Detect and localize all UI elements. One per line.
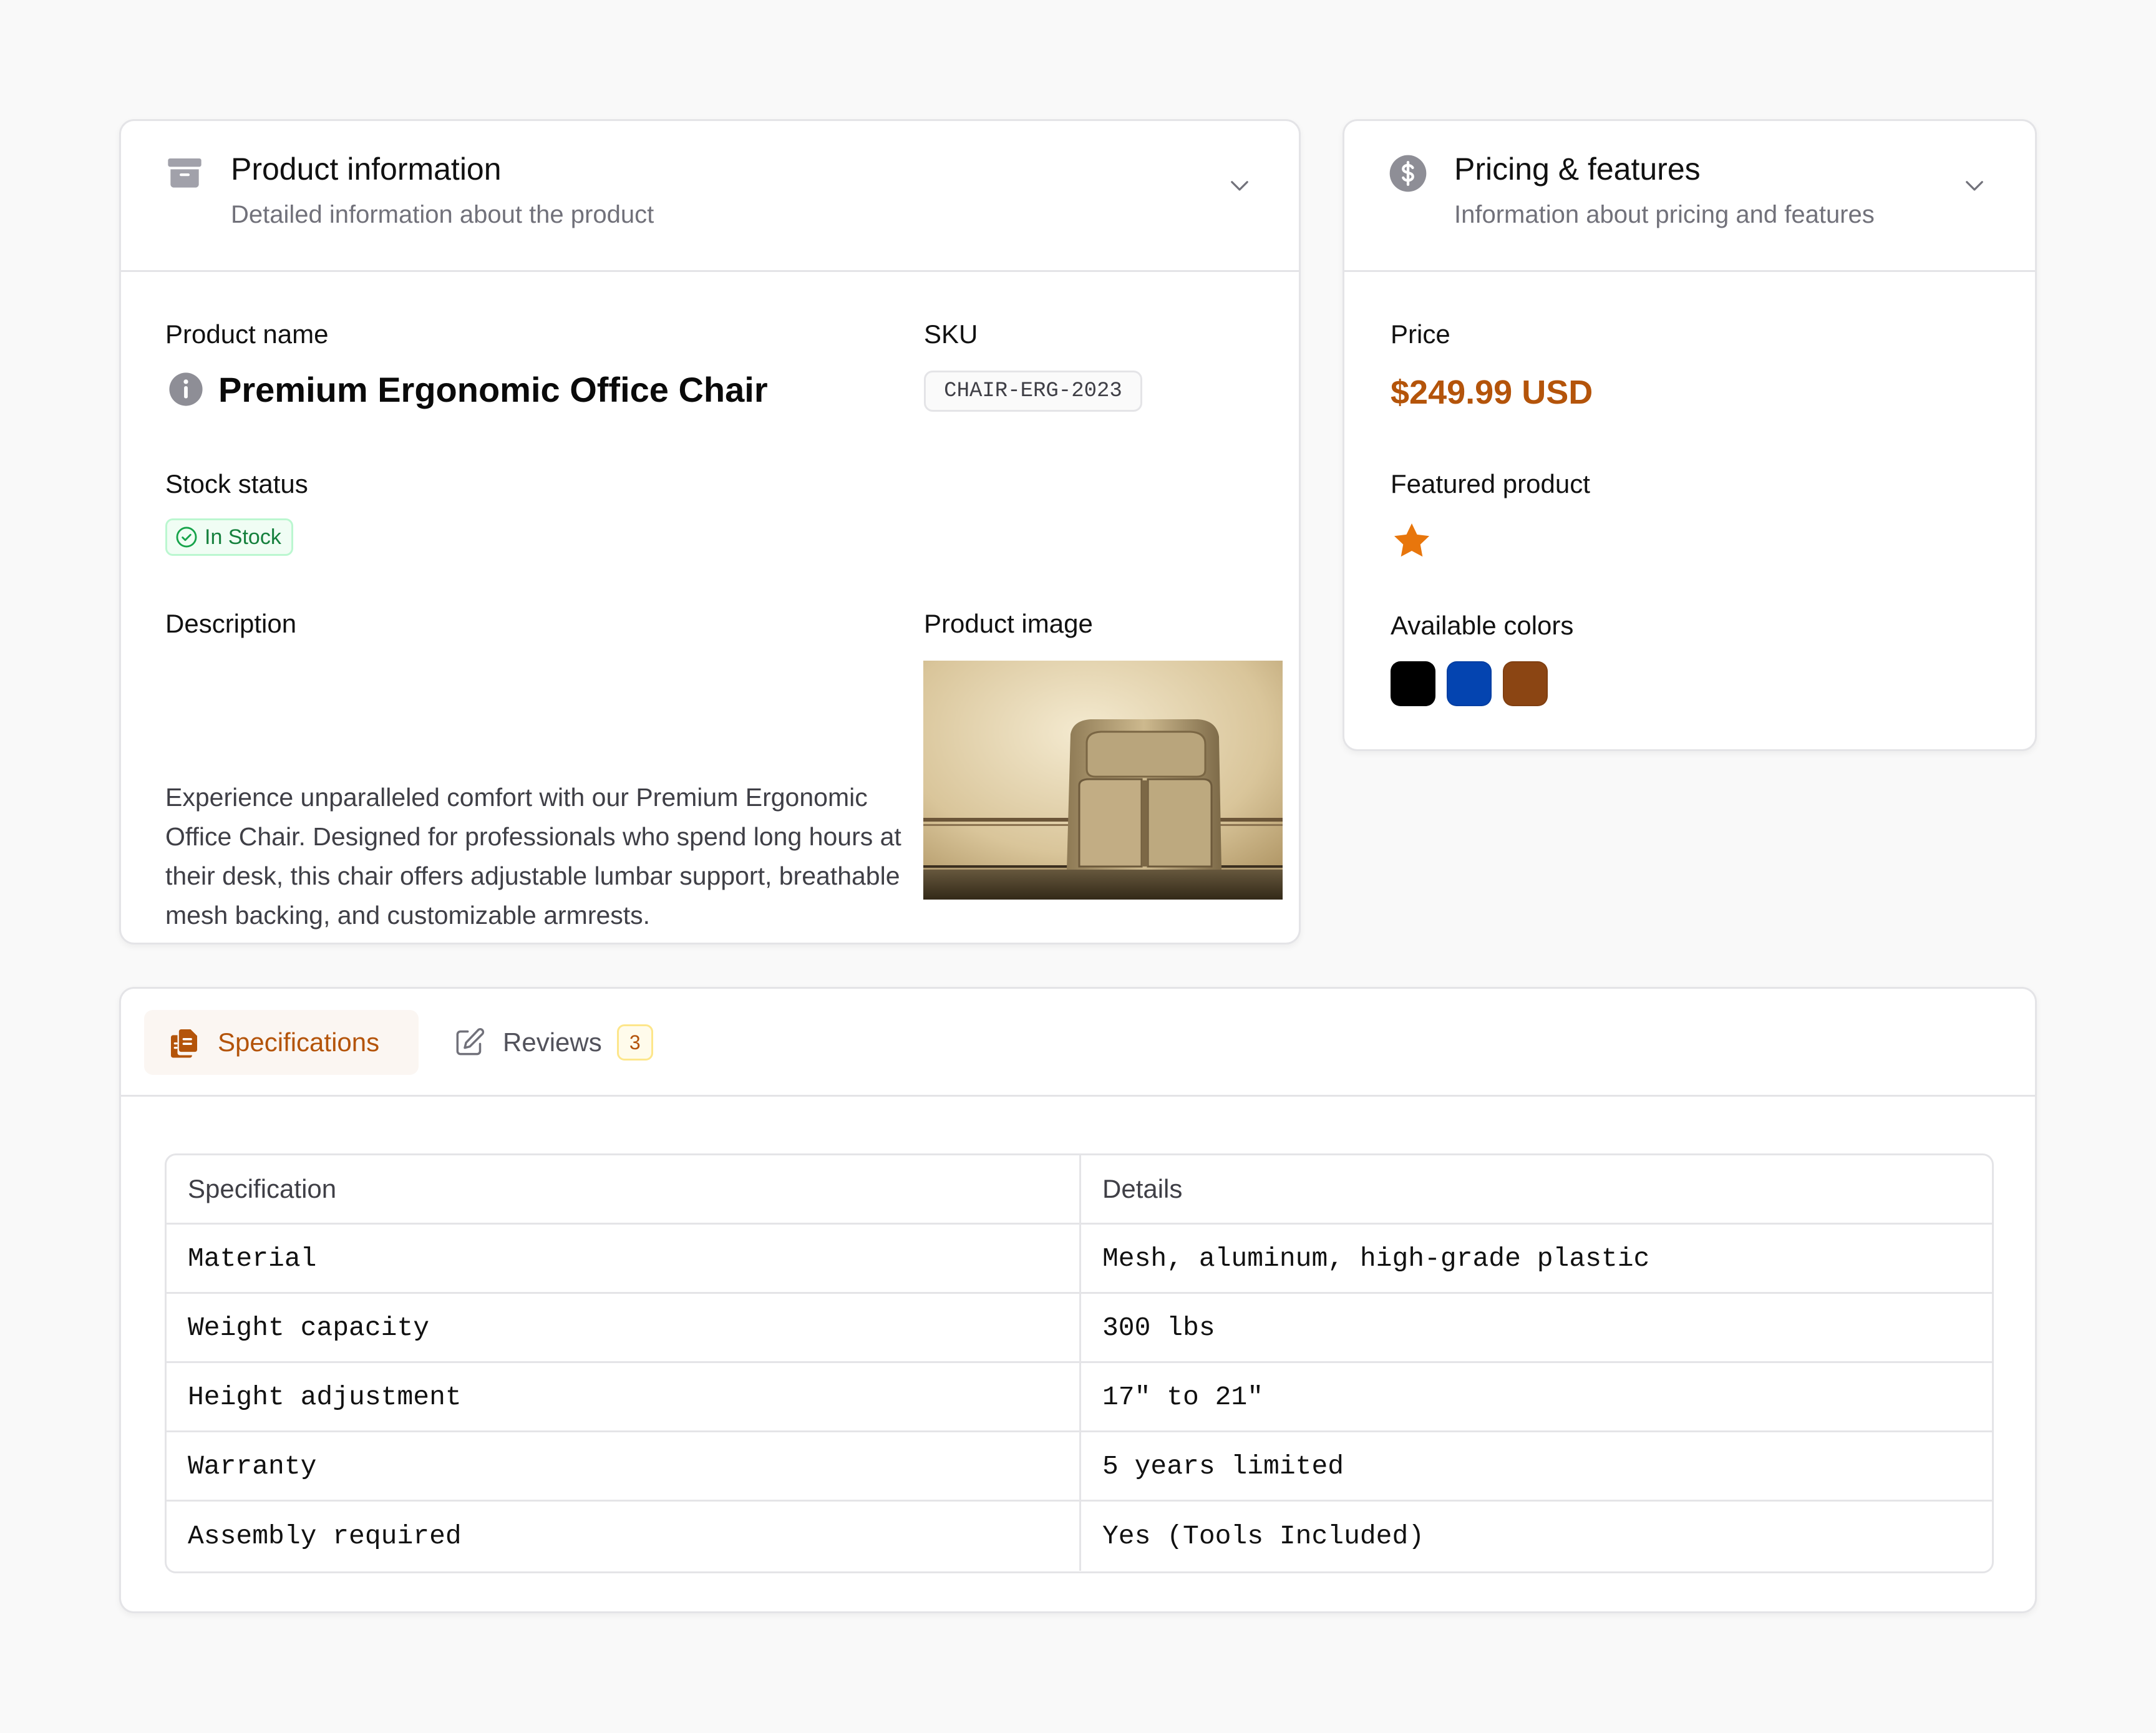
- table-row: Weight capacity 300 lbs: [167, 1294, 1992, 1363]
- chevron-down-icon[interactable]: [1226, 172, 1253, 198]
- archive-box-icon: [168, 158, 202, 188]
- pricing-features-title: Pricing & features: [1454, 152, 1701, 187]
- table-row: Warranty 5 years limited: [167, 1432, 1992, 1502]
- spec-value: 300 lbs: [1102, 1312, 1215, 1343]
- description-label: Description: [165, 609, 297, 638]
- stock-status-label: Stock status: [165, 469, 308, 498]
- check-circle-icon: [176, 527, 197, 548]
- color-swatches: [1391, 661, 1548, 706]
- available-colors-label: Available colors: [1391, 611, 1574, 640]
- stock-status-text: In Stock: [205, 525, 281, 549]
- sku-label: SKU: [924, 319, 978, 349]
- pencil-square-icon: [456, 1028, 485, 1056]
- product-image: [923, 661, 1283, 900]
- tab-specifications[interactable]: Specifications: [144, 1010, 419, 1075]
- info-icon: [169, 372, 203, 406]
- tab-reviews-label: Reviews: [503, 1027, 602, 1057]
- product-information-header[interactable]: Product information Detailed information…: [121, 121, 1299, 272]
- documents-icon: [171, 1029, 197, 1058]
- product-name-label: Product name: [165, 319, 329, 349]
- pricing-features-subtitle: Information about pricing and features: [1454, 201, 1875, 228]
- stock-status-badge: In Stock: [165, 518, 293, 556]
- sku-value: CHAIR-ERG-2023: [924, 371, 1142, 412]
- specifications-table: Specification Details Material Mesh, alu…: [165, 1153, 1994, 1573]
- tab-reviews[interactable]: Reviews 3: [452, 1010, 689, 1075]
- product-information-card: Product information Detailed information…: [119, 119, 1301, 944]
- spec-name: Warranty: [167, 1432, 1081, 1500]
- spec-name: Material: [167, 1225, 1081, 1292]
- product-name: Premium Ergonomic Office Chair: [218, 370, 768, 409]
- chevron-down-icon[interactable]: [1961, 172, 1988, 198]
- spec-value: 17" to 21": [1102, 1381, 1264, 1412]
- color-swatch-brown[interactable]: [1503, 661, 1548, 706]
- star-icon: [1394, 523, 1430, 557]
- tab-bar: Specifications Reviews 3: [121, 989, 2035, 1097]
- product-information-title: Product information: [231, 152, 502, 187]
- table-row: Height adjustment 17" to 21": [167, 1363, 1992, 1432]
- table-row: Assembly required Yes (Tools Included): [167, 1502, 1992, 1571]
- spec-name: Assembly required: [167, 1502, 1081, 1571]
- table-header-row: Specification Details: [167, 1155, 1992, 1225]
- details-tabs-card: Specifications Reviews 3 Specification D…: [119, 987, 2037, 1613]
- tab-specifications-label: Specifications: [218, 1027, 380, 1057]
- table-row: Material Mesh, aluminum, high-grade plas…: [167, 1225, 1992, 1294]
- pricing-features-card: Pricing & features Information about pri…: [1343, 119, 2037, 751]
- column-header-details: Details: [1102, 1174, 1183, 1203]
- color-swatch-blue[interactable]: [1447, 661, 1492, 706]
- column-header-specification: Specification: [167, 1155, 1081, 1223]
- color-swatch-black[interactable]: [1391, 661, 1435, 706]
- spec-value: 5 years limited: [1102, 1450, 1344, 1482]
- reviews-count-badge: 3: [616, 1024, 653, 1061]
- spec-name: Weight capacity: [167, 1294, 1081, 1361]
- price-label: Price: [1391, 319, 1450, 349]
- spec-value: Mesh, aluminum, high-grade plastic: [1102, 1243, 1650, 1274]
- spec-name: Height adjustment: [167, 1363, 1081, 1430]
- pricing-features-header[interactable]: Pricing & features Information about pri…: [1344, 121, 2035, 272]
- featured-product-label: Featured product: [1391, 469, 1590, 498]
- spec-value: Yes (Tools Included): [1102, 1521, 1425, 1551]
- dollar-circle-icon: [1389, 155, 1427, 192]
- product-description: Experience unparalleled comfort with our…: [165, 783, 901, 930]
- price-value: $249.99 USD: [1391, 374, 1593, 411]
- product-image-label: Product image: [924, 609, 1093, 638]
- product-information-subtitle: Detailed information about the product: [231, 201, 654, 228]
